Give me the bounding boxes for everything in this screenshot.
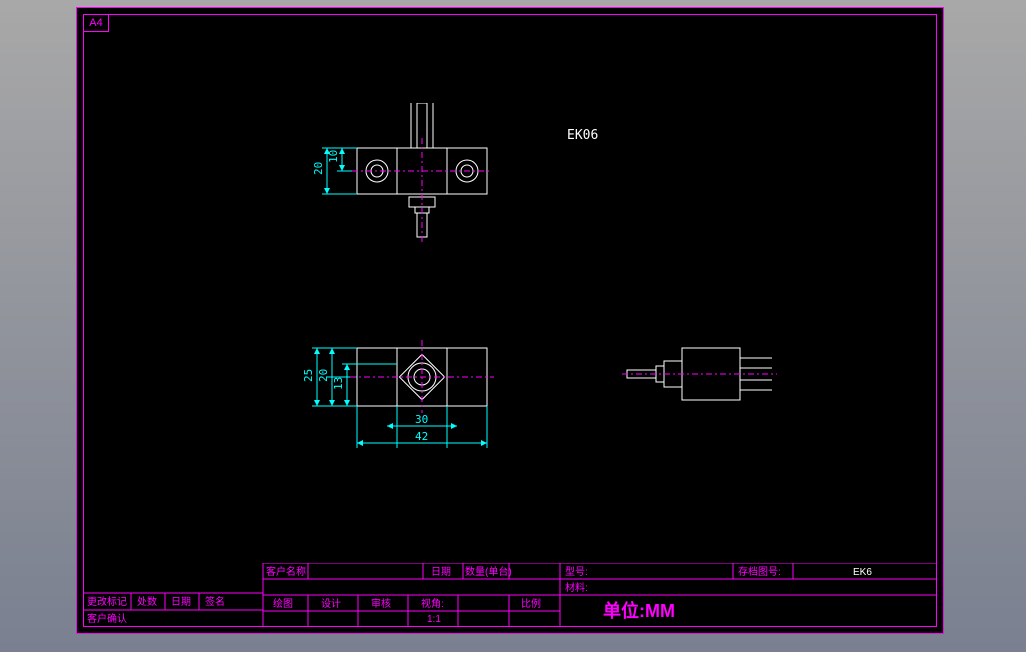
title-block: 更改标记 处数 日期 签名 客户确认 客户名称 日期 数量(单台) 型号: 存档… bbox=[83, 563, 937, 627]
tb-material: 材料: bbox=[565, 581, 588, 594]
tb-archive: 存档图号: bbox=[738, 565, 781, 578]
format-label: A4 bbox=[83, 14, 109, 32]
tb-archive-no: EK6 bbox=[853, 567, 872, 578]
rev-mark: 更改标记 bbox=[87, 595, 127, 608]
rev-count: 处数 bbox=[137, 595, 157, 608]
tb-scale: 比例 bbox=[521, 597, 541, 610]
tb-drawn: 绘图 bbox=[273, 597, 293, 610]
rev-confirm: 客户确认 bbox=[87, 612, 127, 625]
tb-design: 设计 bbox=[321, 597, 341, 610]
dim-top-10: 10 bbox=[327, 150, 340, 163]
part-number: EK06 bbox=[567, 128, 598, 143]
tb-view: 视角: bbox=[421, 597, 444, 610]
drawing-sheet: A4 EK06 20 10 25 20 13 30 42 更改标记 处数 日期 … bbox=[76, 7, 944, 634]
dim-25: 25 bbox=[302, 369, 315, 382]
tb-scale-val: 1:1 bbox=[427, 614, 441, 625]
rev-date: 日期 bbox=[171, 596, 191, 608]
tb-qty: 数量(单台) bbox=[465, 565, 512, 578]
tb-model: 型号: bbox=[565, 565, 588, 578]
front-view: 25 20 13 30 42 bbox=[292, 318, 522, 488]
rev-sign: 签名 bbox=[205, 595, 225, 608]
tb-customer: 客户名称 bbox=[266, 565, 306, 578]
dim-42: 42 bbox=[415, 430, 428, 443]
dim-top-20: 20 bbox=[312, 162, 325, 175]
tb-units: 单位:MM bbox=[603, 600, 675, 621]
top-view: 20 10 bbox=[292, 103, 512, 253]
side-view bbox=[597, 328, 797, 428]
tb-review: 审核 bbox=[371, 597, 391, 610]
tb-date: 日期 bbox=[431, 566, 451, 578]
dim-30: 30 bbox=[415, 413, 428, 426]
dim-20: 20 bbox=[317, 369, 330, 382]
dim-13: 13 bbox=[332, 377, 345, 390]
